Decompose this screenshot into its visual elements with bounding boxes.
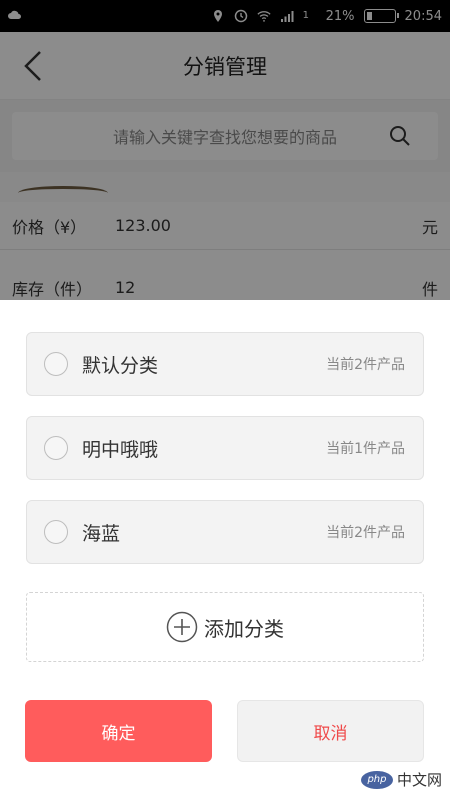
category-name: 海蓝 xyxy=(82,522,121,545)
confirm-button[interactable]: 确定 xyxy=(25,700,212,762)
cancel-button[interactable]: 取消 xyxy=(237,700,424,762)
category-option[interactable]: 默认分类 当前2件产品 xyxy=(26,332,424,396)
category-name: 明中哦哦 xyxy=(82,438,159,461)
watermark-text: 中文网 xyxy=(396,771,442,789)
plus-circle-icon xyxy=(166,611,198,643)
radio-button[interactable] xyxy=(44,520,68,544)
category-count: 当前2件产品 xyxy=(326,357,405,373)
category-count: 当前1件产品 xyxy=(326,441,405,457)
category-option[interactable]: 海蓝 当前2件产品 xyxy=(26,500,424,564)
radio-button[interactable] xyxy=(44,436,68,460)
watermark: php 中文网 xyxy=(360,769,442,790)
php-logo: php xyxy=(360,770,393,789)
radio-button[interactable] xyxy=(44,352,68,376)
category-picker-sheet: 默认分类 当前2件产品 明中哦哦 当前1件产品 海蓝 当前2件产品 添加分类 确… xyxy=(0,300,450,800)
add-category-button[interactable]: 添加分类 xyxy=(26,592,424,662)
category-name: 默认分类 xyxy=(82,354,159,377)
category-count: 当前2件产品 xyxy=(326,525,405,541)
add-category-label: 添加分类 xyxy=(204,616,284,641)
modal-overlay[interactable] xyxy=(0,0,450,300)
category-option[interactable]: 明中哦哦 当前1件产品 xyxy=(26,416,424,480)
